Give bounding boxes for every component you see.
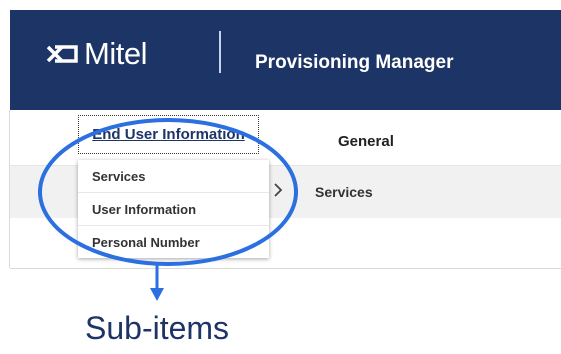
submenu-item-user-information[interactable]: User Information — [78, 193, 269, 226]
header-divider — [219, 31, 221, 73]
tab-general[interactable]: General — [338, 133, 394, 150]
chevron-right-icon — [274, 183, 283, 197]
submenu-item-personal-number[interactable]: Personal Number — [78, 226, 269, 258]
mitel-logo: Mitel — [46, 34, 147, 74]
arrow-down-icon — [150, 288, 164, 301]
callout-label: Sub-items — [85, 310, 230, 346]
mitel-logo-icon — [46, 45, 78, 63]
submenu-dropdown: Services User Information Personal Numbe… — [78, 160, 269, 258]
app-title: Provisioning Manager — [255, 52, 454, 73]
panel-bottom-edge — [10, 268, 561, 269]
panel-left-edge — [9, 110, 10, 268]
logo-text: Mitel — [84, 36, 147, 71]
tab-end-user-information[interactable]: End User Information — [78, 115, 259, 154]
sub-tab-services[interactable]: Services — [315, 184, 373, 200]
submenu-item-services[interactable]: Services — [78, 160, 269, 193]
